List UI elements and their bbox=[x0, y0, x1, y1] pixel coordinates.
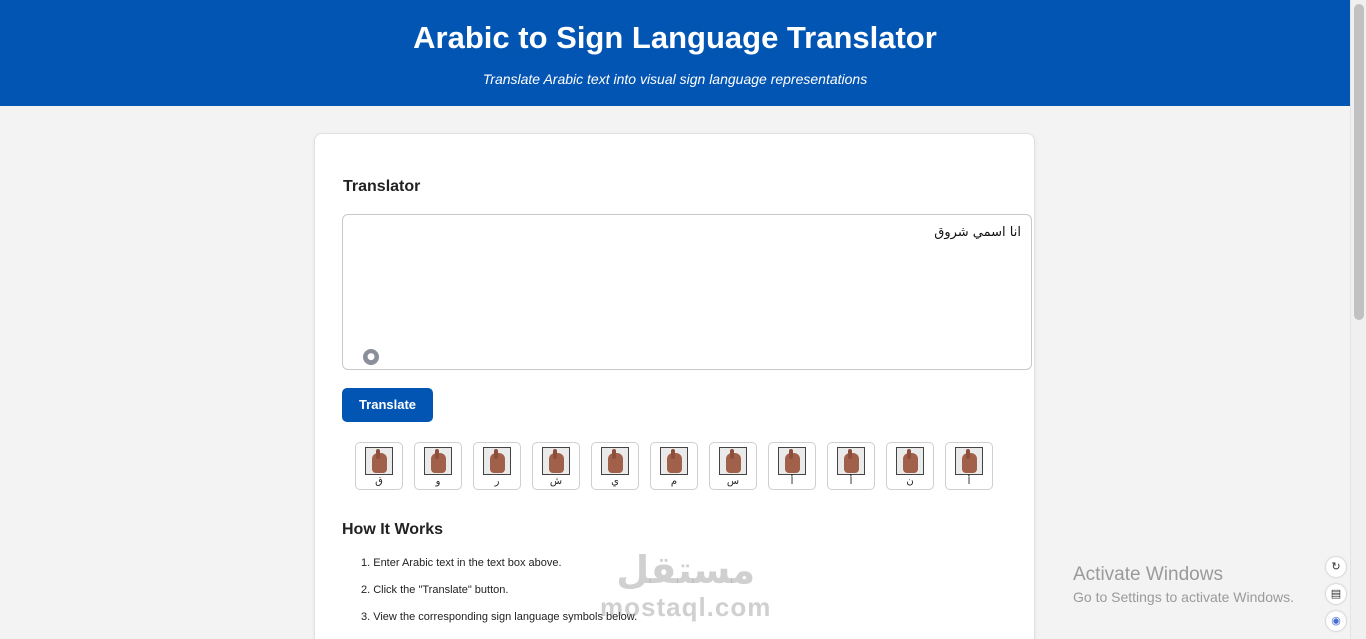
brain-icon[interactable]: ◉ bbox=[1326, 611, 1346, 631]
sign-image bbox=[424, 447, 452, 475]
sign-card: ي bbox=[591, 442, 639, 490]
sign-card: أ bbox=[945, 442, 993, 490]
sign-card: ر bbox=[473, 442, 521, 490]
activation-subtitle: Go to Settings to activate Windows. bbox=[1073, 589, 1294, 605]
sign-image bbox=[660, 447, 688, 475]
sign-image bbox=[542, 447, 570, 475]
sign-letter: أ bbox=[967, 476, 971, 487]
sign-image bbox=[955, 447, 983, 475]
sign-card: م bbox=[650, 442, 698, 490]
step-item: 2. Click the "Translate" button. bbox=[361, 584, 509, 596]
sign-image bbox=[896, 447, 924, 475]
sign-letter: ق bbox=[375, 476, 383, 487]
mostaql-watermark: مستقل mostaql.com bbox=[600, 548, 771, 622]
reader-icon[interactable]: ▤ bbox=[1326, 584, 1346, 604]
sign-letter: أ bbox=[790, 476, 794, 487]
sign-letter: و bbox=[435, 476, 441, 487]
sign-image bbox=[483, 447, 511, 475]
how-it-works-steps: 1. Enter Arabic text in the text box abo… bbox=[361, 557, 637, 638]
windows-activation-notice: Activate Windows Go to Settings to activ… bbox=[1073, 564, 1294, 605]
page-title: Arabic to Sign Language Translator bbox=[413, 20, 937, 55]
sign-image bbox=[601, 447, 629, 475]
assistant-icon[interactable]: ● bbox=[363, 349, 379, 365]
arabic-text-input[interactable]: انا اسمي شروق ● bbox=[342, 214, 1032, 370]
sign-card: و bbox=[414, 442, 462, 490]
sign-image bbox=[365, 447, 393, 475]
sign-letter: ن bbox=[906, 476, 914, 487]
sign-image bbox=[837, 447, 865, 475]
sign-letter: ر bbox=[494, 476, 500, 487]
scrollbar[interactable] bbox=[1350, 0, 1366, 639]
sign-image bbox=[719, 447, 747, 475]
translate-button[interactable]: Translate bbox=[342, 388, 433, 422]
sign-letter: أ bbox=[849, 476, 853, 487]
sign-card: ق bbox=[355, 442, 403, 490]
sign-card: أ bbox=[827, 442, 875, 490]
translator-heading: Translator bbox=[343, 178, 421, 195]
sign-card: ن bbox=[886, 442, 934, 490]
sign-letter: س bbox=[726, 476, 740, 487]
step-item: 3. View the corresponding sign language … bbox=[361, 611, 638, 623]
watermark-arabic: مستقل bbox=[616, 548, 756, 592]
sign-results: ق و ر ش ي م س أ أ ن أ bbox=[355, 442, 993, 490]
browser-side-icons: ↻ ▤ ◉ bbox=[1326, 557, 1346, 638]
sign-letter: م bbox=[670, 476, 678, 487]
page-header: Arabic to Sign Language Translator Trans… bbox=[0, 0, 1350, 106]
arabic-text-value: انا اسمي شروق bbox=[934, 225, 1021, 240]
page-subtitle: Translate Arabic text into visual sign l… bbox=[482, 71, 868, 87]
sign-letter: ش bbox=[549, 476, 563, 487]
how-it-works-heading: How It Works bbox=[342, 521, 444, 538]
activation-title: Activate Windows bbox=[1073, 564, 1223, 585]
sign-card: س bbox=[709, 442, 757, 490]
sign-card: ش bbox=[532, 442, 580, 490]
sign-card: أ bbox=[768, 442, 816, 490]
sign-image bbox=[778, 447, 806, 475]
scrollbar-thumb[interactable] bbox=[1354, 4, 1364, 320]
no-translate-icon[interactable]: ↻ bbox=[1326, 557, 1346, 577]
watermark-latin: mostaql.com bbox=[600, 592, 772, 622]
sign-letter: ي bbox=[611, 476, 619, 487]
step-item: 1. Enter Arabic text in the text box abo… bbox=[361, 557, 562, 569]
